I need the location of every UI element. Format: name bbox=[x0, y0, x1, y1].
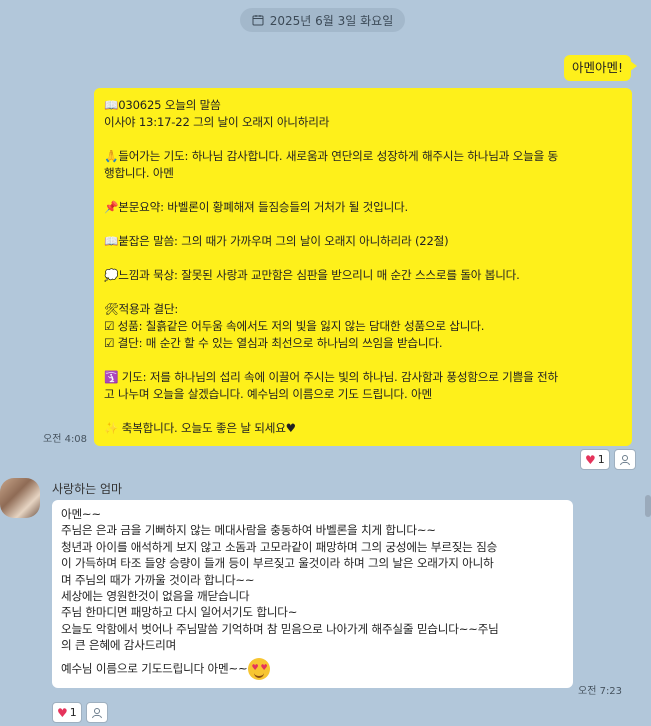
text-line: 🙏들어가는 기도: 하나님 감사합니다. 새로움과 연단의로 성장하게 해주시는… bbox=[104, 149, 559, 163]
text-line: 고 나누며 오늘을 살겠습니다. 예수님의 이름으로 기도 드립니다. 아멘 bbox=[104, 387, 432, 401]
text-line: 🛐 기도: 저를 하나님의 섭리 속에 이끌어 주시는 빛의 하나님. 감사함과… bbox=[104, 370, 558, 384]
text-line: 주님 한마디면 패망하고 다시 일어서기도 합니다~ bbox=[61, 605, 298, 620]
heart-reaction-button[interactable]: ♥ 1 bbox=[52, 702, 82, 723]
message-time: 오전 4:08 bbox=[43, 434, 88, 445]
text-line: 🛠적용과 결단: bbox=[104, 302, 179, 316]
text-line: 며 주님의 때가 가까울 것이라 합니다~~ bbox=[61, 572, 255, 587]
reactors-button[interactable] bbox=[85, 702, 108, 723]
avatar[interactable] bbox=[0, 478, 40, 518]
message-text: 아멘~~ 주님은 은과 금을 기뻐하지 않는 메대사람을 충동하여 바벨론을 치게… bbox=[61, 506, 564, 654]
text-line bbox=[104, 182, 622, 199]
devotion-text: 📖030625 오늘의 말씀이사야 13:17-22 그의 날이 오래지 아니하… bbox=[104, 97, 622, 437]
text-line: 의 큰 은혜에 감사드리며 bbox=[61, 638, 177, 653]
heart-reaction-button[interactable]: ♥ 1 bbox=[580, 449, 610, 470]
bubble-tail bbox=[629, 60, 637, 72]
message-time: 오전 7:23 bbox=[578, 686, 623, 697]
text-line bbox=[104, 284, 622, 301]
text-line bbox=[104, 250, 622, 267]
text-line: ✨ 축복합니다. 오늘도 좋은 날 되세요♥ bbox=[104, 421, 296, 435]
person-icon bbox=[619, 454, 630, 465]
text-line bbox=[104, 352, 622, 369]
text-line: 행합니다. 아멘 bbox=[104, 166, 174, 180]
heart-icon: ♥ bbox=[57, 705, 68, 720]
scrollbar-thumb[interactable] bbox=[645, 495, 651, 517]
my-message-bubble-short[interactable]: 아멘아멘! bbox=[563, 55, 631, 81]
reaction-count: 1 bbox=[597, 453, 605, 466]
person-icon bbox=[91, 707, 102, 718]
reaction-count: 1 bbox=[69, 706, 77, 719]
reaction-bar: ♥ 1 bbox=[580, 449, 636, 470]
date-text: 2025년 6월 3일 화요일 bbox=[269, 13, 394, 28]
heart-icon: ♥ bbox=[585, 452, 596, 467]
calendar-icon bbox=[252, 15, 264, 26]
text-line: 📖붙잡은 말씀: 그의 때가 가까우며 그의 날이 오래지 아니하리라 (22절… bbox=[104, 234, 449, 248]
text-line: 주님은 은과 금을 기뻐하지 않는 메대사람을 충동하여 바벨론을 치게 합니다… bbox=[61, 523, 436, 538]
text-line bbox=[104, 216, 622, 233]
date-divider: 2025년 6월 3일 화요일 bbox=[240, 8, 405, 32]
text-line: 세상에는 영원한것이 없음을 깨닫습니다 bbox=[61, 589, 250, 604]
text-line bbox=[104, 403, 622, 420]
text-line: 아멘~~ bbox=[61, 507, 101, 521]
text-line: 📖030625 오늘의 말씀 bbox=[104, 98, 221, 112]
heart-eyes-emoji-icon: ♥ ♥ bbox=[248, 657, 271, 680]
text-line: 오늘도 악함에서 벗어나 주님말씀 기억하며 참 믿음으로 나아가게 해주실줄 … bbox=[61, 621, 499, 636]
text-line: 💭느낌과 묵상: 잘못된 사랑과 교만함은 심판을 받으리니 매 순간 스스로를… bbox=[104, 268, 520, 282]
text-line: 청년과 아이를 애석하게 보지 않고 소돔과 고모라같이 패망하며 그의 궁성에… bbox=[61, 539, 498, 554]
text-line: 이 가득하며 타조 들양 승량이 들개 등이 부르짖고 울것이라 하며 그의 날… bbox=[61, 556, 494, 571]
other-message-bubble[interactable]: 아멘~~ 주님은 은과 금을 기뻐하지 않는 메대사람을 충동하여 바벨론을 치게… bbox=[52, 500, 573, 688]
text-line: ☑ 결단: 매 순간 할 수 있는 열심과 최선으로 하나님의 쓰임을 받습니다… bbox=[104, 336, 443, 350]
text-line: 이사야 13:17-22 그의 날이 오래지 아니하리라 bbox=[104, 115, 330, 129]
text-line: ☑ 성품: 칠흙같은 어두움 속에서도 저의 빛을 잃지 않는 담대한 성품으로… bbox=[104, 319, 485, 333]
sender-name: 사랑하는 엄마 bbox=[52, 482, 123, 496]
message-text: 아멘아멘! bbox=[571, 60, 623, 75]
text-line bbox=[104, 131, 622, 148]
text-line: 📌본문요약: 바벨론이 황폐해져 들짐승들의 거처가 될 것입니다. bbox=[104, 200, 408, 214]
message-last-line: 예수님 이름으로 기도드립니다 아멘~~ ♥ ♥ bbox=[61, 657, 564, 680]
reactors-button[interactable] bbox=[613, 449, 636, 470]
reaction-bar: ♥ 1 bbox=[52, 702, 108, 723]
my-message-bubble-devotion[interactable]: 📖030625 오늘의 말씀이사야 13:17-22 그의 날이 오래지 아니하… bbox=[94, 88, 632, 446]
